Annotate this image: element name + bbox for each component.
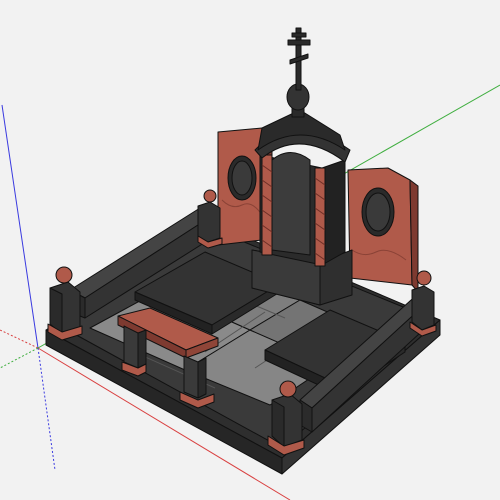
right-stele[interactable]: [347, 167, 419, 293]
model-canvas[interactable]: [0, 0, 500, 500]
3d-viewport[interactable]: [0, 0, 500, 500]
